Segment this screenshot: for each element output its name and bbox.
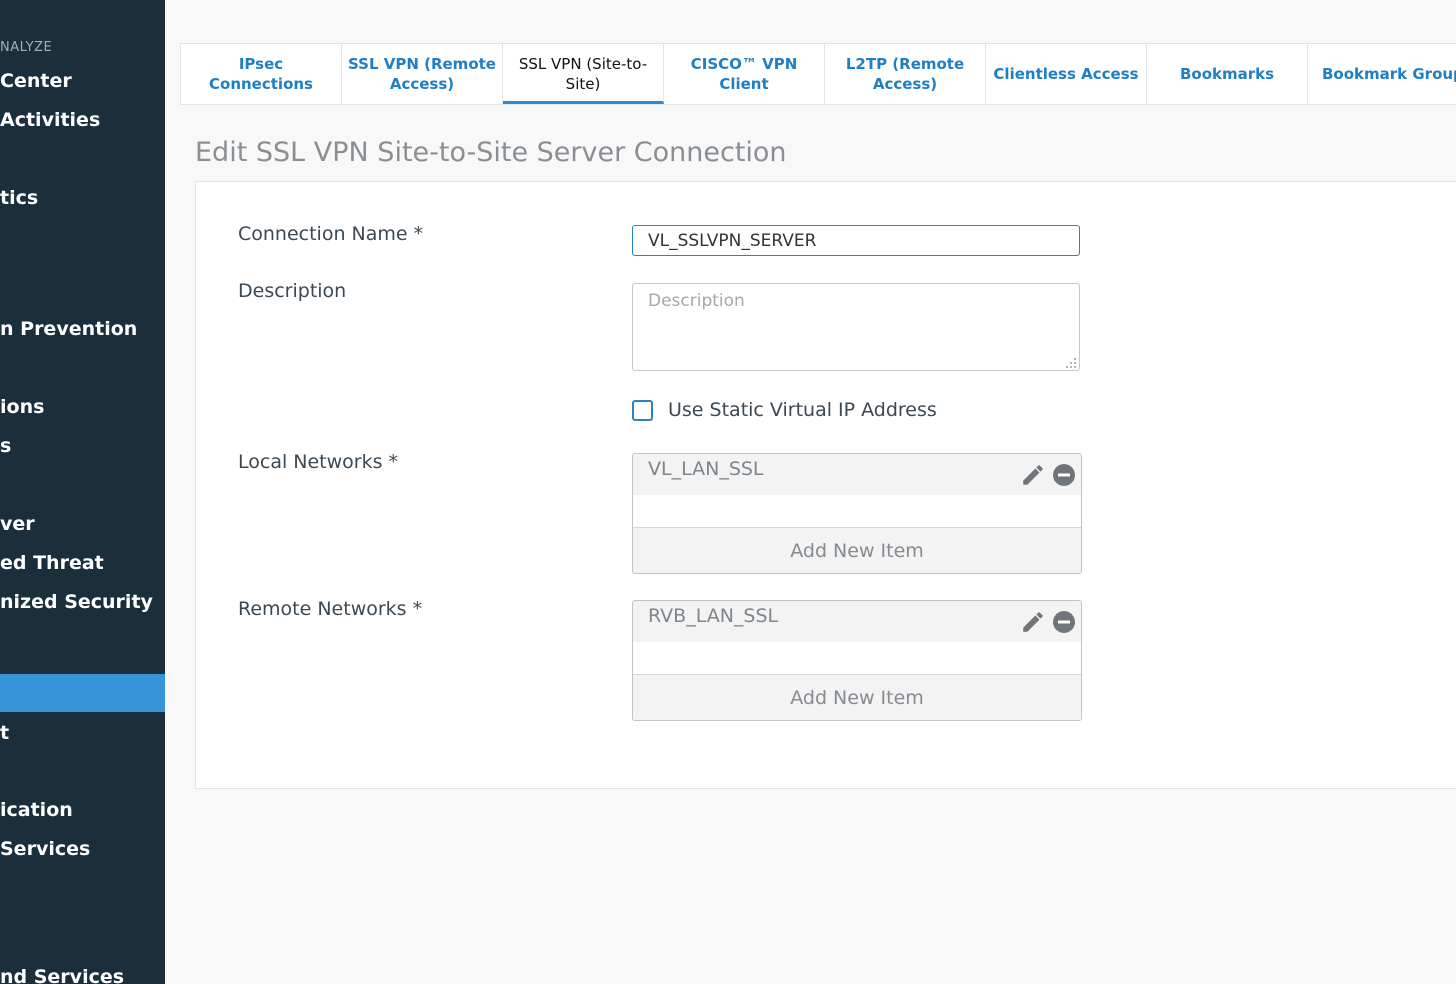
description-label: Description xyxy=(238,280,347,302)
description-textarea[interactable] xyxy=(632,283,1080,371)
remote-networks-list: RVB_LAN_SSL Add New Item xyxy=(632,600,1082,721)
sidebar-item-label: Activities xyxy=(0,109,101,131)
page-title: Edit SSL VPN Site-to-Site Server Connect… xyxy=(195,137,787,168)
tab-l2tp-remote-access[interactable]: L2TP (Remote Access) xyxy=(825,44,986,104)
sidebar-item-vpn-active[interactable] xyxy=(0,674,165,712)
connection-name-input[interactable] xyxy=(632,225,1080,256)
local-networks-list: VL_LAN_SSL Add New Item xyxy=(632,453,1082,574)
sidebar-item-label: ions xyxy=(0,396,45,418)
form-panel: Connection Name * Description Use Static… xyxy=(195,181,1456,789)
local-networks-label: Local Networks * xyxy=(238,451,399,473)
pencil-icon[interactable] xyxy=(1020,462,1046,488)
remove-icon[interactable] xyxy=(1052,610,1076,634)
sidebar-section-analyze: NALYZE xyxy=(0,40,53,55)
connection-name-label: Connection Name * xyxy=(238,223,424,245)
sidebar-item-s[interactable]: s xyxy=(0,427,165,465)
tab-ipsec-connections[interactable]: IPsec Connections xyxy=(181,44,342,104)
remove-icon[interactable] xyxy=(1052,463,1076,487)
tab-ssl-vpn-remote-access[interactable]: SSL VPN (Remote Access) xyxy=(342,44,503,104)
sidebar-item-intrusion-prevention[interactable]: n Prevention xyxy=(0,310,165,348)
vpn-tabs: IPsec Connections SSL VPN (Remote Access… xyxy=(180,43,1456,105)
add-new-item-button[interactable]: Add New Item xyxy=(633,674,1081,720)
pencil-icon[interactable] xyxy=(1020,609,1046,635)
sidebar-item-server[interactable]: ver xyxy=(0,505,165,543)
list-item-label: VL_LAN_SSL xyxy=(648,458,764,480)
sidebar-item-diagnostics[interactable]: tics xyxy=(0,179,165,217)
static-ip-label: Use Static Virtual IP Address xyxy=(668,399,937,421)
sidebar-item-label: s xyxy=(0,435,12,457)
sidebar-item-hosts-and-services[interactable]: nd Services xyxy=(0,958,165,984)
sidebar-item-label: Center xyxy=(0,70,72,92)
tab-clientless-access[interactable]: Clientless Access xyxy=(986,44,1147,104)
sidebar-item-synchronized-security[interactable]: nized Security xyxy=(0,583,165,621)
sidebar-item-current-activities[interactable]: Activities xyxy=(0,101,165,139)
remote-networks-label: Remote Networks * xyxy=(238,598,423,620)
list-item: RVB_LAN_SSL xyxy=(633,601,1081,642)
sidebar-item-label: tics xyxy=(0,187,39,209)
sidebar-item-label: n Prevention xyxy=(0,318,138,340)
static-ip-checkbox[interactable] xyxy=(632,400,653,421)
list-item: VL_LAN_SSL xyxy=(633,454,1081,495)
sidebar-item-control-center[interactable]: Center xyxy=(0,62,165,100)
sidebar-item-applications[interactable]: ions xyxy=(0,388,165,426)
sidebar-item-system-services[interactable]: Services xyxy=(0,830,165,868)
sidebar-item-label: Services xyxy=(0,838,91,860)
sidebar-item-network[interactable]: t xyxy=(0,714,165,752)
add-new-item-button[interactable]: Add New Item xyxy=(633,527,1081,573)
tab-cisco-vpn-client[interactable]: CISCO™ VPN Client xyxy=(664,44,825,104)
resize-grip-icon[interactable] xyxy=(1066,358,1076,368)
tab-bookmark-groups[interactable]: Bookmark Groups xyxy=(1308,44,1456,104)
sidebar-item-label: nized Security xyxy=(0,591,153,613)
sidebar-item-authentication[interactable]: ication xyxy=(0,791,165,829)
tab-bookmarks[interactable]: Bookmarks xyxy=(1147,44,1308,104)
sidebar-item-label: ication xyxy=(0,799,73,821)
sidebar: NALYZE Center Activities tics n Preventi… xyxy=(0,0,165,984)
sidebar-item-label: ver xyxy=(0,513,35,535)
sidebar-item-label: nd Services xyxy=(0,966,125,984)
tab-ssl-vpn-site-to-site[interactable]: SSL VPN (Site-to-Site) xyxy=(503,44,664,104)
sidebar-item-label: t xyxy=(0,722,10,744)
list-item-label: RVB_LAN_SSL xyxy=(648,605,779,627)
sidebar-item-advanced-threat[interactable]: ed Threat xyxy=(0,544,165,582)
sidebar-item-label: ed Threat xyxy=(0,552,104,574)
